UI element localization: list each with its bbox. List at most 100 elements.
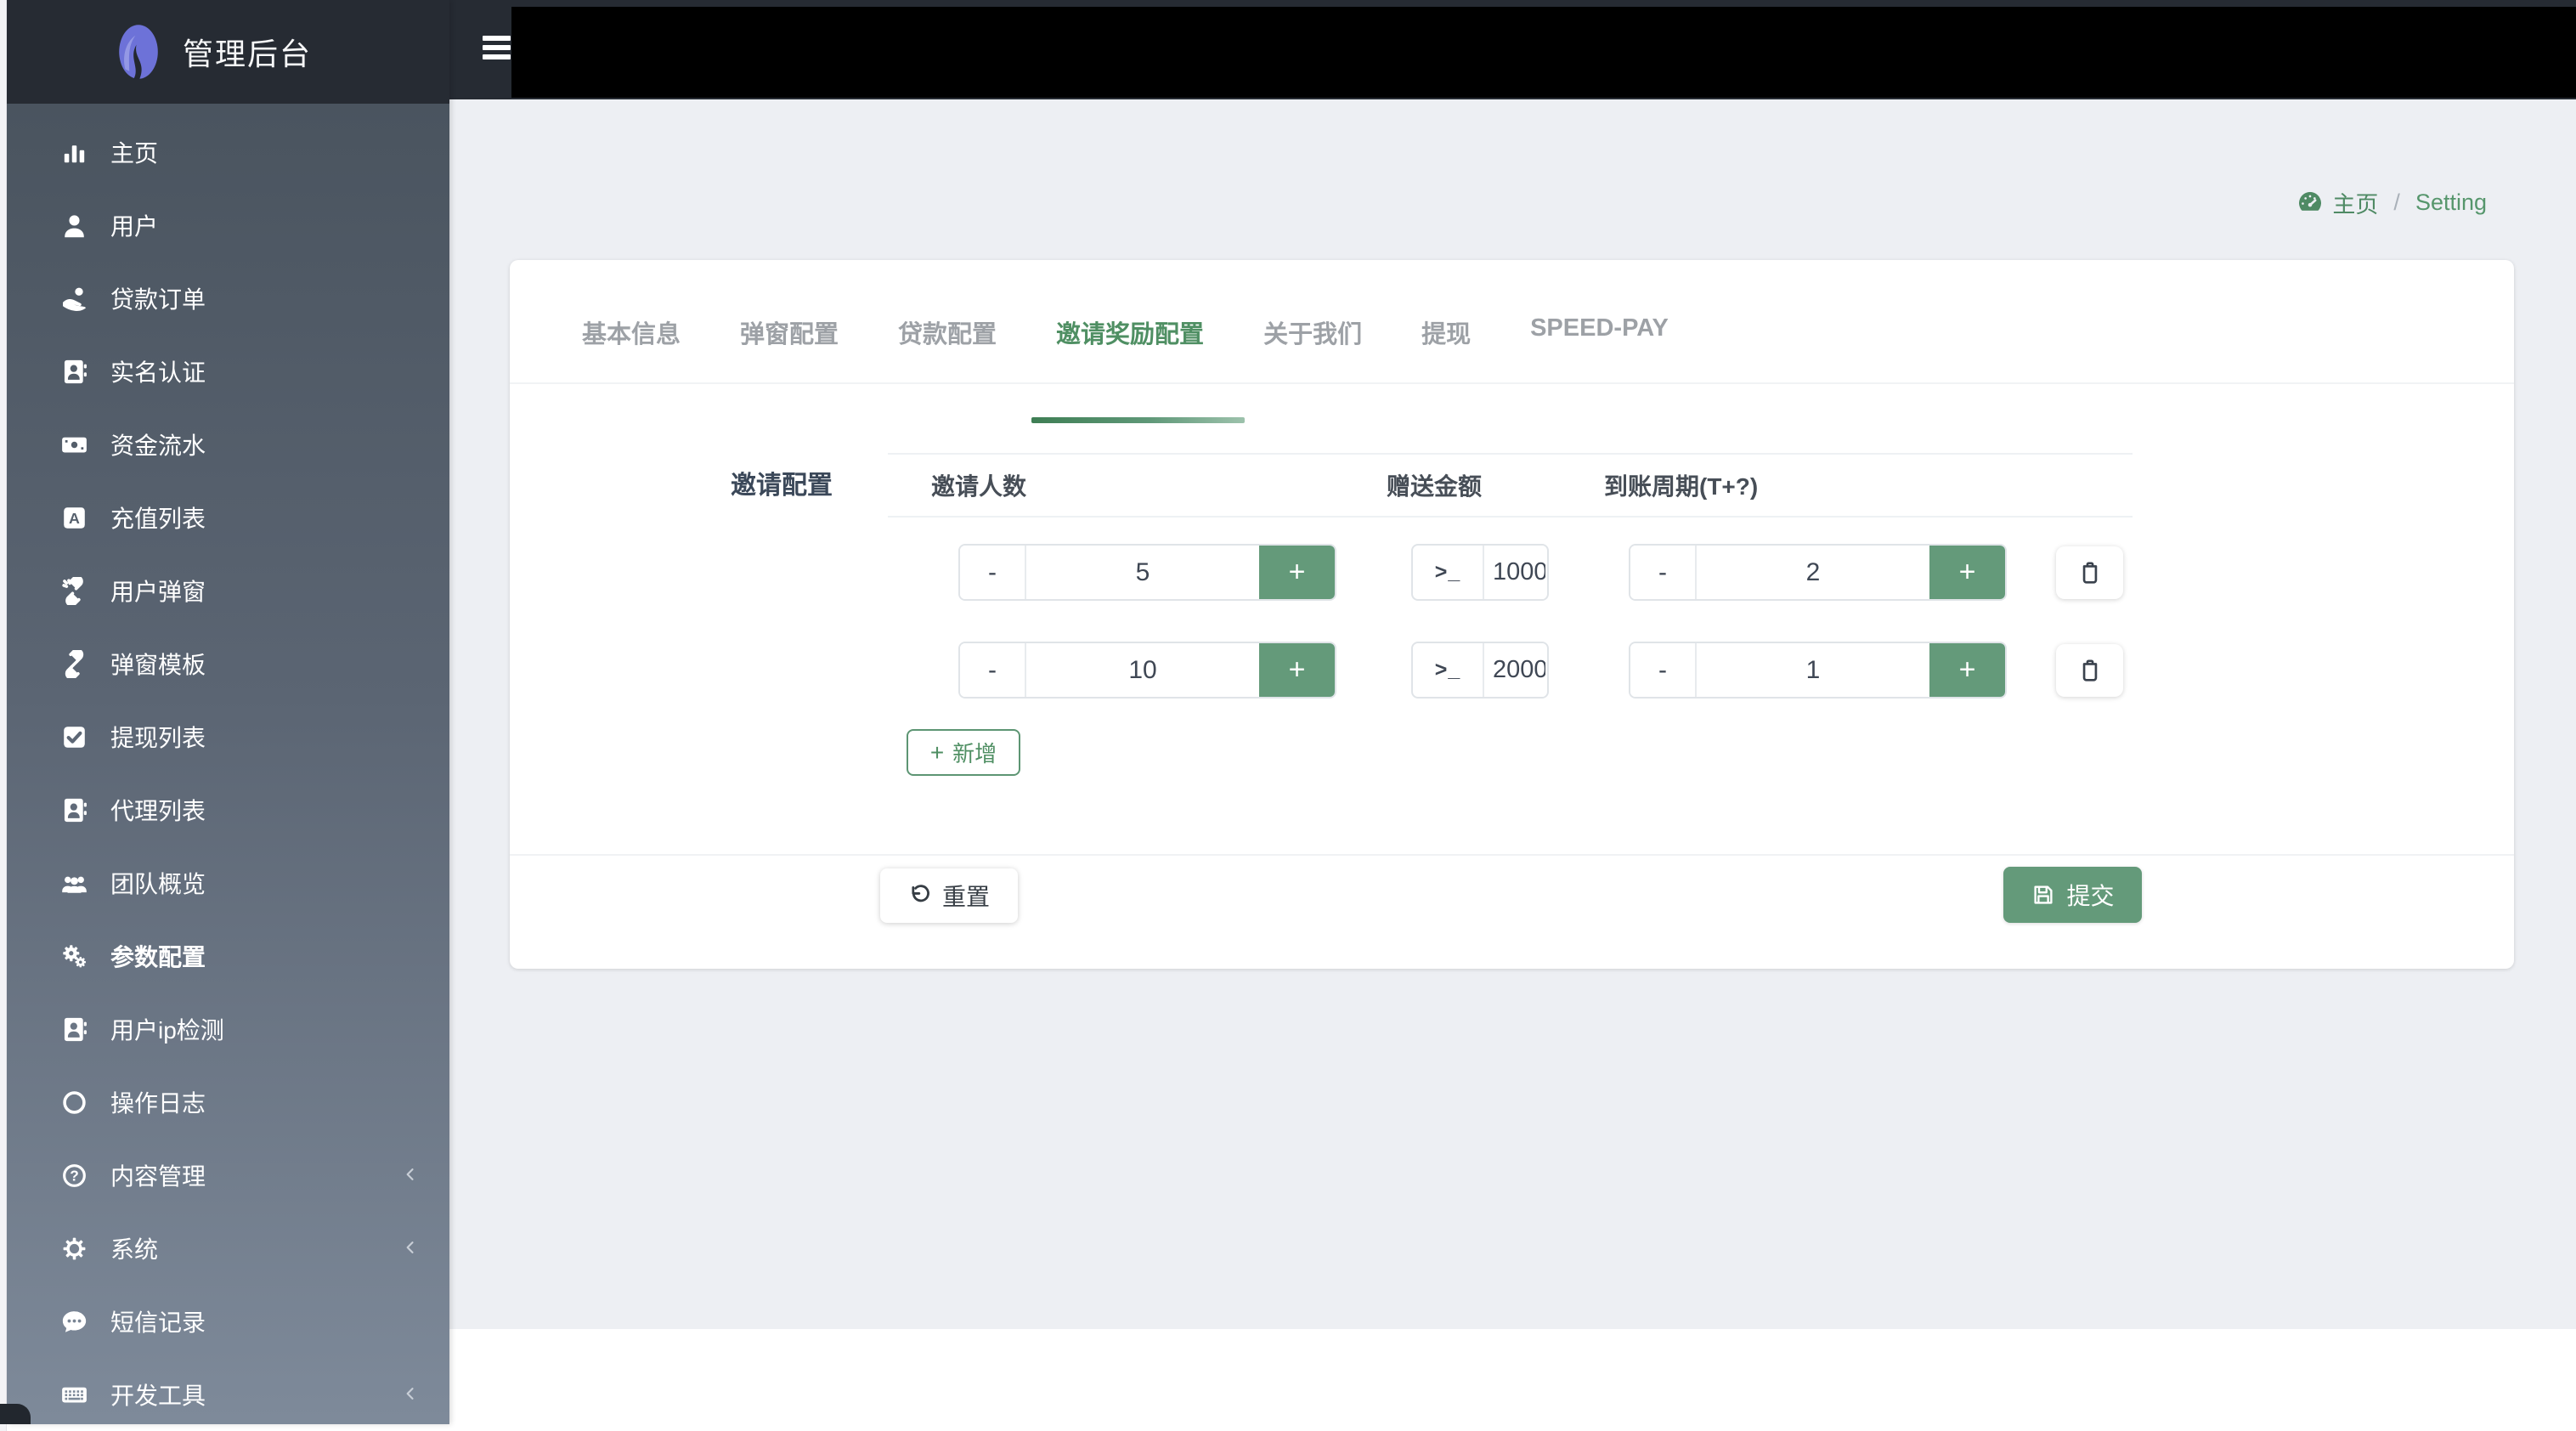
amount-input[interactable] [1484, 643, 1545, 697]
gears-icon [56, 942, 92, 970]
admin-app: 管理后台 主页 用户 贷款订单 实名认证 资金流水 充值列表 用户弹窗 弹窗模板… [0, 0, 2576, 1431]
breadcrumb-home-link[interactable]: 主页 [2332, 186, 2378, 219]
plus-button[interactable]: + [1259, 643, 1335, 697]
topbar [449, 0, 2576, 99]
sidebar-item-label: 用户ip检测 [110, 1017, 224, 1044]
invite-config-label: 邀请配置 [731, 472, 833, 500]
delete-row-button[interactable] [2056, 644, 2123, 697]
sidebar-item-label: 资金流水 [110, 433, 206, 459]
cycle-input[interactable] [1697, 546, 1929, 599]
sidebar-item-system[interactable]: 系统 [7, 1212, 449, 1285]
tab-basic-info[interactable]: 基本信息 [582, 314, 681, 382]
sidebar-item-operation-log[interactable]: 操作日志 [7, 1066, 449, 1139]
keyboard-icon [56, 1381, 92, 1409]
terminal-icon: >_ [1413, 643, 1484, 697]
sidebar-item-parameter-config[interactable]: 参数配置 [7, 919, 449, 993]
save-icon [2034, 885, 2053, 904]
cycle-stepper: - + [1629, 642, 2007, 699]
plus-button[interactable]: + [1259, 546, 1335, 599]
amount-input-group: >_ [1411, 544, 1549, 601]
add-row-button[interactable]: + 新增 [907, 729, 1020, 776]
sidebar-item-label: 贷款订单 [110, 286, 206, 313]
gear-icon [56, 1235, 92, 1263]
invites-input[interactable] [1026, 546, 1259, 599]
bar-chart-icon [56, 139, 92, 167]
card-divider [510, 854, 2514, 856]
sidebar-item-withdraw-list[interactable]: 提现列表 [7, 700, 449, 773]
sidebar-item-user-popup[interactable]: 用户弹窗 [7, 554, 449, 627]
table-row: - + >_ - + [888, 642, 2133, 699]
cycle-input[interactable] [1697, 643, 1929, 697]
undo-icon [912, 885, 929, 902]
svg-text:?: ? [70, 1167, 79, 1184]
corner-blob [0, 1404, 31, 1424]
amount-input-group: >_ [1411, 642, 1549, 699]
plus-button[interactable]: + [1929, 643, 2005, 697]
sidebar-item-label: 团队概览 [110, 871, 206, 897]
reset-button[interactable]: 重置 [880, 868, 1018, 923]
plus-icon: + [929, 738, 945, 766]
tab-about-us[interactable]: 关于我们 [1263, 314, 1362, 382]
hamburger-menu-icon[interactable] [483, 36, 511, 64]
add-row-label: 新增 [952, 741, 997, 766]
amount-input[interactable] [1484, 546, 1545, 599]
breadcrumb-current: Setting [2415, 189, 2487, 215]
settings-tabs: 基本信息 弹窗配置 贷款配置 邀请奖励配置 关于我们 提现 SPEED-PAY [510, 260, 2514, 423]
a-square-icon: A [56, 504, 92, 532]
question-circle-icon: ? [56, 1162, 92, 1190]
tab-invite-reward-config[interactable]: 邀请奖励配置 [1031, 314, 1246, 423]
sidebar-item-loan-orders[interactable]: 贷款订单 [7, 262, 449, 335]
sidebar-item-user-ip-check[interactable]: 用户ip检测 [7, 993, 449, 1066]
cycle-stepper: - + [1629, 544, 2007, 601]
content-area: 主页 / Setting 基本信息 弹窗配置 贷款配置 邀请奖励配置 关于我们 … [449, 99, 2576, 1329]
tab-popup-config[interactable]: 弹窗配置 [740, 314, 839, 382]
sidebar-item-popup-template[interactable]: 弹窗模板 [7, 627, 449, 700]
sidebar-item-sms-records[interactable]: 短信记录 [7, 1285, 449, 1358]
submit-button[interactable]: 提交 [2003, 867, 2142, 923]
chevron-left-icon [402, 1166, 419, 1185]
tab-loan-config[interactable]: 贷款配置 [898, 314, 997, 382]
column-header-amount: 赠送金额 [1387, 473, 1483, 500]
table-header-row: 邀请人数 赠送金额 到账周期(T+?) [888, 453, 2133, 518]
sidebar-item-label: 代理列表 [110, 798, 206, 824]
delete-row-button[interactable] [2056, 546, 2123, 599]
invites-stepper: - + [958, 642, 1336, 699]
sidebar-item-identity-verify[interactable]: 实名认证 [7, 335, 449, 408]
tab-withdraw[interactable]: 提现 [1421, 314, 1471, 382]
tab-speed-pay[interactable]: SPEED-PAY [1530, 314, 1669, 382]
sidebar-header: 管理后台 [7, 0, 449, 104]
sidebar-item-label: 提现列表 [110, 725, 206, 751]
sidebar-item-dev-tools[interactable]: 开发工具 [7, 1358, 449, 1424]
sidebar-item-users[interactable]: 用户 [7, 189, 449, 262]
sidebar-item-label: 系统 [110, 1236, 159, 1263]
table-row: - + >_ - + [888, 544, 2133, 601]
minus-button[interactable]: - [1630, 643, 1697, 697]
invites-input[interactable] [1026, 643, 1259, 697]
chevron-left-icon [402, 1385, 419, 1404]
money-bill-icon [56, 431, 92, 459]
sidebar-menu: 主页 用户 贷款订单 实名认证 资金流水 充值列表 用户弹窗 弹窗模板 提现列表… [7, 104, 449, 1424]
sidebar-item-label: 充值列表 [110, 506, 206, 532]
sidebar-item-content-management[interactable]: ? 内容管理 [7, 1139, 449, 1212]
minus-button[interactable]: - [1630, 546, 1697, 599]
sidebar-item-agent-list[interactable]: 代理列表 [7, 773, 449, 846]
minus-button[interactable]: - [960, 546, 1026, 599]
address-book-icon [56, 796, 92, 824]
address-book-icon [56, 358, 92, 386]
terminal-icon: >_ [1413, 546, 1484, 599]
window-edge-strip [0, 0, 7, 1431]
column-header-invites: 邀请人数 [931, 473, 1027, 500]
sidebar-item-team-overview[interactable]: 团队概览 [7, 846, 449, 919]
sidebar-item-label: 短信记录 [110, 1309, 206, 1336]
comment-icon [56, 1308, 92, 1336]
sidebar-item-fund-flow[interactable]: 资金流水 [7, 408, 449, 481]
sidebar-item-home[interactable]: 主页 [7, 116, 449, 189]
sidebar-item-recharge-list[interactable]: A 充值列表 [7, 481, 449, 554]
address-card-icon [56, 1015, 92, 1044]
plus-button[interactable]: + [1929, 546, 2005, 599]
minus-button[interactable]: - [960, 643, 1026, 697]
submit-label: 提交 [2066, 883, 2115, 909]
tachometer-icon [2299, 191, 2322, 214]
sidebar-item-label: 用户 [110, 213, 159, 240]
breadcrumb-separator: / [2393, 189, 2400, 215]
